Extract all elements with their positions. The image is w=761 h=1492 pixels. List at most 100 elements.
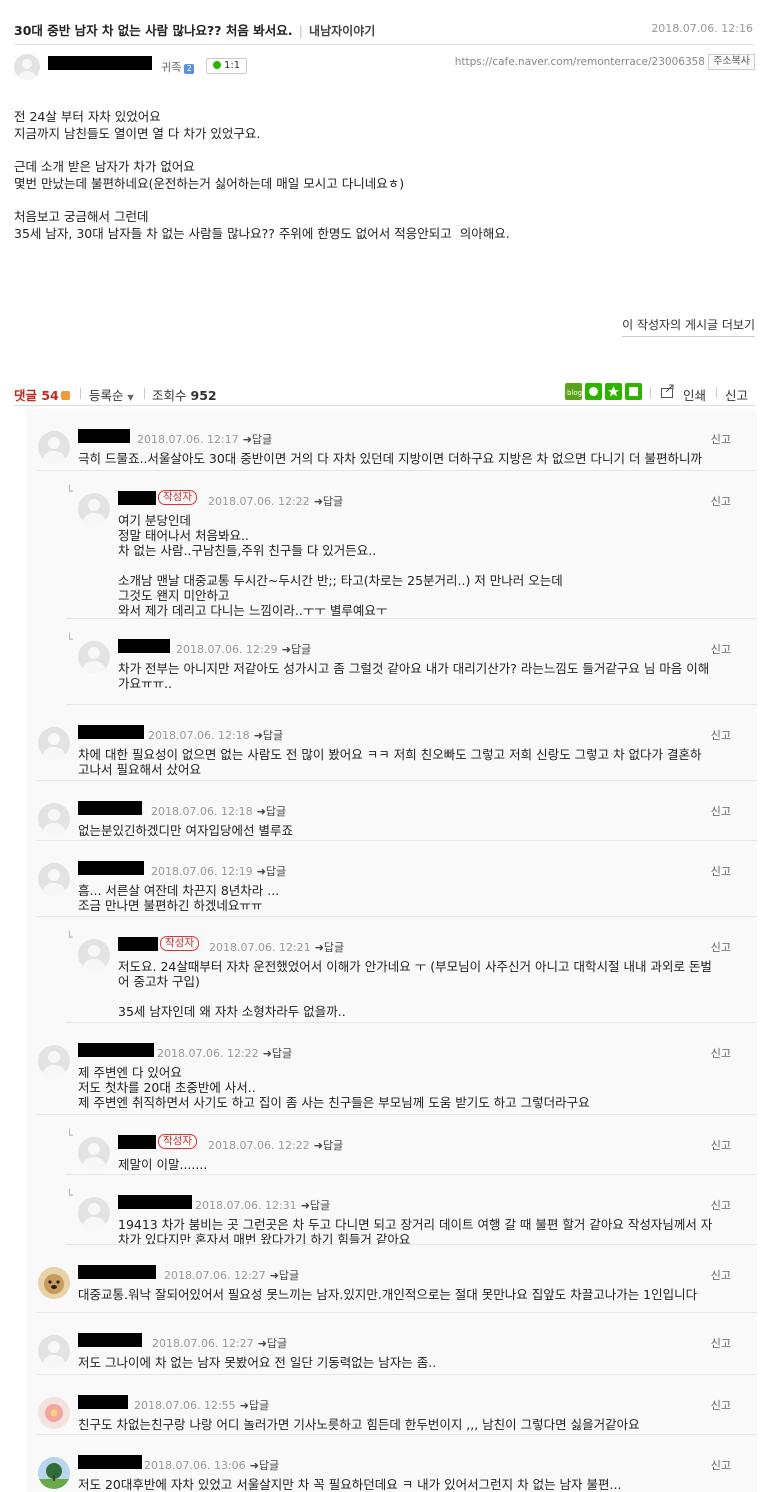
commenter-avatar[interactable] <box>38 1045 70 1077</box>
comment-report-button[interactable]: 신고 <box>711 1397 731 1413</box>
body-line: 몇번 만났는데 불편하네요(운전하는거 싫어하는데 매일 모시고 다니네요ㅎ) <box>14 176 405 191</box>
commenter-name-redacted[interactable] <box>78 429 130 443</box>
body-blank-line <box>14 142 510 158</box>
star-icon[interactable] <box>605 383 622 400</box>
comment-report-button[interactable]: 신고 <box>711 1267 731 1283</box>
comment-report-button[interactable]: 신고 <box>711 493 731 509</box>
comment-date: 2018.07.06. 12:22 <box>157 1047 259 1060</box>
post-url: https://cafe.naver.com/remonterrace/2300… <box>454 56 705 68</box>
toolbar-divider <box>14 405 755 406</box>
commenter-name-redacted[interactable] <box>118 491 156 505</box>
comment-text: 제 주변엔 다 있어요 저도 첫차를 20대 초중반에 사서.. 제 주변엔 취… <box>78 1065 590 1110</box>
comment-text: 없는분있긴하겠디만 여자입당에선 별루죠 <box>78 823 293 838</box>
reply-button[interactable]: ➜답글 <box>314 495 343 508</box>
post-header: 30대 중반 남자 차 없는 사람 많나요?? 처음 봐서요. | 내남자이야기 2… <box>14 20 753 40</box>
check-icon[interactable] <box>625 383 642 400</box>
author-reply: └ 작성자 2018.07.06. 12:22 ➜답글 신고 제말이 이말....... <box>26 1115 757 1175</box>
comment-meta: 2018.07.06. 12:27 ➜답글 <box>152 1335 287 1351</box>
comment-date: 2018.07.06. 12:55 <box>134 1399 236 1412</box>
comment-report-button[interactable]: 신고 <box>711 1045 731 1061</box>
commenter-name-redacted[interactable] <box>78 1043 154 1057</box>
commenter-avatar[interactable] <box>38 1457 70 1489</box>
commenter-avatar[interactable] <box>38 803 70 835</box>
commenter-name-redacted[interactable] <box>78 801 142 815</box>
comment: 2018.07.06. 13:06 ➜답글 신고 저도 20대후반에 자차 있었고 서… <box>26 1435 757 1492</box>
comment-list: 2018.07.06. 12:17 ➜답글 신고 극히 드물죠..서울살아도 30대 … <box>26 409 757 1492</box>
comment-text: 여기 분당인데 정말 태어나서 처음봐요.. 차 없는 사람..구남친들,주위 … <box>118 513 563 618</box>
reply-button[interactable]: ➜답글 <box>257 865 286 878</box>
copy-url-button[interactable]: 주소복사 <box>708 54 755 70</box>
comment-report-button[interactable]: 신고 <box>711 803 731 819</box>
cafe-icon[interactable] <box>585 383 602 400</box>
author-reply: └ 작성자 2018.07.06. 12:21 ➜답글 신고 저도요. 24살때부터 자차… <box>26 917 757 1023</box>
reply-button[interactable]: ➜답글 <box>314 1139 343 1152</box>
grade-label: 귀족 <box>161 61 182 74</box>
commenter-avatar[interactable] <box>78 1197 110 1229</box>
sort-label: 등록순 <box>89 388 124 403</box>
commenter-name-redacted[interactable] <box>78 725 144 739</box>
comment-report-button[interactable]: 신고 <box>711 641 731 657</box>
commenter-name-redacted[interactable] <box>118 937 158 951</box>
more-posts-link[interactable]: 이 작성자의 게시글 더보기 <box>622 316 755 337</box>
comment-report-button[interactable]: 신고 <box>711 1197 731 1213</box>
commenter-avatar[interactable] <box>38 431 70 463</box>
commenter-avatar[interactable] <box>38 727 70 759</box>
reply-button[interactable]: ➜답글 <box>270 1269 299 1282</box>
reply-button[interactable]: ➜답글 <box>250 1459 279 1472</box>
commenter-avatar[interactable] <box>78 1137 110 1169</box>
comment-report-button[interactable]: 신고 <box>711 939 731 955</box>
board-name-link[interactable]: 내남자이야기 <box>309 24 375 38</box>
share-icon[interactable] <box>660 383 676 399</box>
comment-report-button[interactable]: 신고 <box>711 1457 731 1473</box>
commenter-name-redacted[interactable] <box>78 1333 142 1347</box>
commenter-name-redacted[interactable] <box>78 1265 156 1279</box>
comment-count[interactable]: 댓글 54 <box>14 385 70 404</box>
comment-meta: 2018.07.06. 13:06 ➜답글 <box>144 1457 279 1473</box>
reply-arrow-icon: └ <box>66 1189 73 1202</box>
body-line: 전 24살 부터 자차 있었어요 <box>14 109 161 124</box>
report-button[interactable]: 신고 <box>725 385 748 404</box>
reply-button[interactable]: ➜답글 <box>258 1337 287 1350</box>
reply-button[interactable]: ➜답글 <box>263 1047 292 1060</box>
commenter-name-redacted[interactable] <box>78 1395 128 1409</box>
commenter-name-redacted[interactable] <box>78 1455 142 1469</box>
commenter-name-redacted[interactable] <box>118 1135 156 1149</box>
comment-meta: 2018.07.06. 12:55 ➜답글 <box>134 1397 269 1413</box>
divider <box>716 387 717 398</box>
commenter-name-redacted[interactable] <box>118 639 170 653</box>
commenter-name-redacted[interactable] <box>118 1195 192 1209</box>
commenter-avatar[interactable] <box>78 641 110 673</box>
comment-report-button[interactable]: 신고 <box>711 1335 731 1351</box>
commenter-avatar[interactable] <box>78 939 110 971</box>
print-button[interactable]: 인쇄 <box>683 385 706 404</box>
commenter-avatar[interactable] <box>38 1267 70 1299</box>
commenter-avatar[interactable] <box>78 493 110 525</box>
comment-meta: 2018.07.06. 12:21 ➜답글 <box>209 939 344 955</box>
comment-report-button[interactable]: 신고 <box>711 1137 731 1153</box>
author-avatar[interactable] <box>14 54 40 80</box>
commenter-avatar[interactable] <box>38 1397 70 1429</box>
reply-button[interactable]: ➜답글 <box>282 643 311 656</box>
blog-icon[interactable]: blog <box>565 383 582 400</box>
commenter-avatar[interactable] <box>38 1335 70 1367</box>
chat-button[interactable]: 1:1 <box>206 58 248 74</box>
commenter-name-redacted[interactable] <box>78 861 144 875</box>
title-divider: | <box>298 23 304 38</box>
comment-report-button[interactable]: 신고 <box>711 727 731 743</box>
sort-dropdown[interactable]: 등록순 ▼ <box>89 385 134 404</box>
reply-button[interactable]: ➜답글 <box>243 433 272 446</box>
reply-button[interactable]: ➜답글 <box>254 729 283 742</box>
reply-button[interactable]: ➜답글 <box>301 1199 330 1212</box>
comment-report-button[interactable]: 신고 <box>711 431 731 447</box>
author-name-redacted[interactable] <box>48 56 152 70</box>
commenter-avatar[interactable] <box>38 863 70 895</box>
header-divider <box>14 44 755 45</box>
comment-date: 2018.07.06. 12:17 <box>137 433 239 446</box>
comment-report-button[interactable]: 신고 <box>711 863 731 879</box>
reply-button[interactable]: ➜답글 <box>315 941 344 954</box>
reply-button[interactable]: ➜답글 <box>240 1399 269 1412</box>
comment-date: 2018.07.06. 12:29 <box>176 643 278 656</box>
comment-meta: 2018.07.06. 12:18 ➜답글 <box>151 803 286 819</box>
reply-button[interactable]: ➜답글 <box>257 805 286 818</box>
comment-meta: 2018.07.06. 12:22 ➜답글 <box>208 493 343 509</box>
